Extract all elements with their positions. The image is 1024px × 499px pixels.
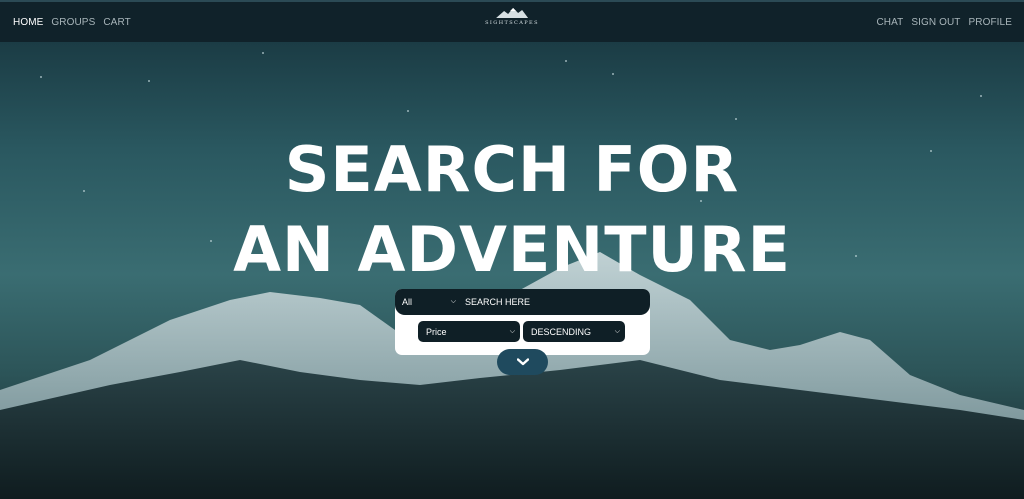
chevron-down-icon xyxy=(516,358,529,366)
sort-order-value: DESCENDING xyxy=(531,326,592,337)
search-input[interactable] xyxy=(461,289,650,315)
sort-order-select[interactable]: DESCENDING ⌵ xyxy=(523,321,625,342)
sort-field-value: Price xyxy=(426,326,447,337)
logo-wordmark: SIGHTSCAPES xyxy=(485,20,539,26)
nav-sign-out-link[interactable]: SIGN OUT xyxy=(911,17,960,28)
mountain-logo-icon xyxy=(495,8,528,18)
search-bar: All ⌵ xyxy=(395,289,650,315)
category-select[interactable]: All ⌵ xyxy=(395,289,461,315)
nav-groups-link[interactable]: GROUPS xyxy=(51,17,95,28)
site-logo[interactable]: SIGHTSCAPES xyxy=(485,7,539,26)
chevron-down-icon: ⌵ xyxy=(614,327,620,335)
chevron-down-icon: ⌵ xyxy=(509,327,515,335)
nav-chat-link[interactable]: CHAT xyxy=(876,17,903,28)
expand-filters-button[interactable] xyxy=(497,349,548,375)
sort-field-select[interactable]: Price ⌵ xyxy=(418,321,520,342)
category-select-value: All xyxy=(402,297,413,307)
hero-headline-line2: AN ADVENTURE xyxy=(233,213,791,286)
nav-cart-link[interactable]: CART xyxy=(103,17,130,28)
sort-filters: Price ⌵ DESCENDING ⌵ xyxy=(418,321,625,342)
search-panel: All ⌵ Price ⌵ DESCENDING ⌵ xyxy=(395,289,650,355)
top-navbar: HOME GROUPS CART SIGHTSCAPES CHAT SIGN O… xyxy=(0,0,1024,42)
nav-profile-link[interactable]: PROFILE xyxy=(969,17,1013,28)
chevron-down-icon: ⌵ xyxy=(450,298,456,305)
nav-home-link[interactable]: HOME xyxy=(13,17,43,28)
nav-right-group: CHAT SIGN OUT PROFILE xyxy=(876,17,1012,28)
hero-headline-line1: SEARCH FOR xyxy=(284,133,740,206)
nav-left-group: HOME GROUPS CART xyxy=(13,17,131,28)
